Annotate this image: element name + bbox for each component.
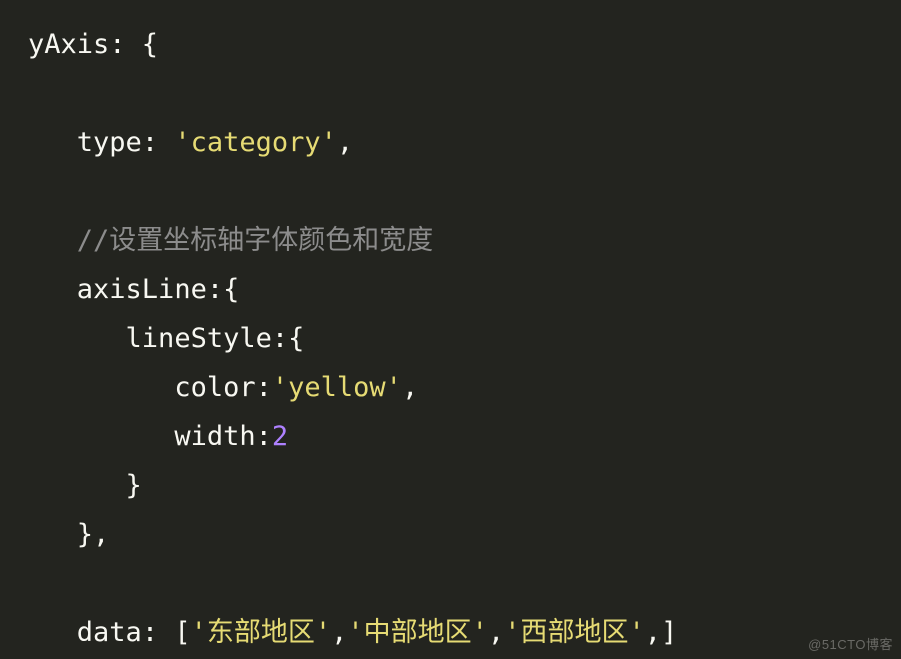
- string-value: category: [191, 127, 321, 158]
- indent: [28, 470, 126, 501]
- quote: ': [191, 617, 207, 648]
- watermark-text: @51CTO博客: [808, 634, 893, 653]
- quote: ': [628, 617, 644, 648]
- quote: ': [472, 617, 488, 648]
- bracket-close: ]: [661, 617, 677, 648]
- comma: ,: [488, 617, 504, 648]
- brace-open: {: [288, 323, 304, 354]
- code-line: color:'yellow',: [28, 372, 418, 403]
- quote: ': [272, 372, 288, 403]
- brace-open: {: [142, 29, 158, 60]
- code-line: //设置坐标轴字体颜色和宽度: [28, 225, 433, 256]
- colon: :: [142, 127, 175, 158]
- property-name: data: [77, 617, 142, 648]
- indent: [28, 323, 126, 354]
- code-line: },: [28, 519, 109, 550]
- code-line: data: ['东部地区','中部地区','西部地区',]: [28, 617, 677, 648]
- comment-slashes: //: [77, 225, 110, 256]
- colon: :: [272, 323, 288, 354]
- indent: [28, 519, 77, 550]
- property-name: type: [77, 127, 142, 158]
- quote: ': [174, 127, 190, 158]
- comma: ,: [331, 617, 347, 648]
- property-name: color: [174, 372, 255, 403]
- indent: [28, 225, 77, 256]
- indent: [28, 421, 174, 452]
- quote: ': [386, 372, 402, 403]
- colon: :: [256, 421, 272, 452]
- code-line: width:2: [28, 421, 288, 452]
- code-block: yAxis: { type: 'category', //设置坐标轴字体颜色和宽…: [0, 0, 901, 659]
- comma: ,: [93, 519, 109, 550]
- colon: :: [109, 29, 142, 60]
- colon: :: [207, 274, 223, 305]
- string-value: 东部地区: [207, 617, 315, 648]
- code-line: type: 'category',: [28, 127, 353, 158]
- code-line: axisLine:{: [28, 274, 239, 305]
- comma: ,: [337, 127, 353, 158]
- quote: ': [321, 127, 337, 158]
- property-name: axisLine: [77, 274, 207, 305]
- indent: [28, 617, 77, 648]
- property-name: width: [174, 421, 255, 452]
- quote: ': [504, 617, 520, 648]
- property-name: lineStyle: [126, 323, 272, 354]
- colon: :: [142, 617, 175, 648]
- brace-close: }: [77, 519, 93, 550]
- comment-text: 设置坐标轴字体颜色和宽度: [109, 225, 433, 256]
- string-value: yellow: [288, 372, 386, 403]
- comma: ,: [402, 372, 418, 403]
- quote: ': [315, 617, 331, 648]
- indent: [28, 274, 77, 305]
- indent: [28, 372, 174, 403]
- code-line: }: [28, 470, 142, 501]
- code-line: lineStyle:{: [28, 323, 304, 354]
- number-value: 2: [272, 421, 288, 452]
- property-name: yAxis: [28, 29, 109, 60]
- bracket-open: [: [174, 617, 190, 648]
- string-value: 中部地区: [364, 617, 472, 648]
- indent: [28, 127, 77, 158]
- brace-open: {: [223, 274, 239, 305]
- code-line: yAxis: {: [28, 29, 158, 60]
- string-value: 西部地区: [520, 617, 628, 648]
- brace-close: }: [126, 470, 142, 501]
- quote: ': [347, 617, 363, 648]
- comma: ,: [645, 617, 661, 648]
- colon: :: [256, 372, 272, 403]
